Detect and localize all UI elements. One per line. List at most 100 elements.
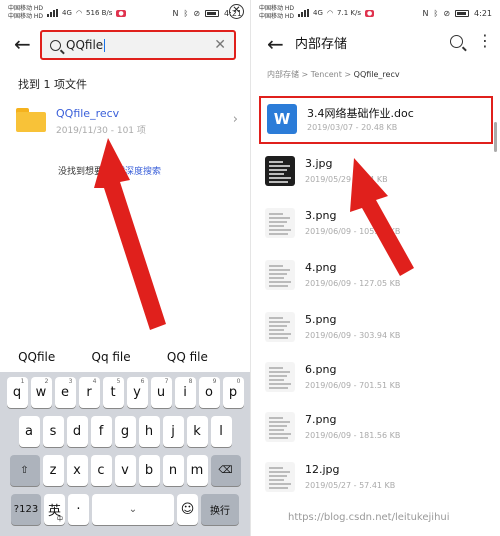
key-x[interactable]: x [66,455,88,486]
bluetooth-icon: ᛒ [183,8,189,18]
file-row[interactable]: 3.jpg 2019/05/29 - 124 KB [251,148,500,196]
image-thumbnail [265,412,295,442]
net-speed: 516 B/s [86,9,113,17]
close-suggestions-icon[interactable]: ✕ [229,4,244,19]
key-z[interactable]: z [42,455,64,486]
status-time: 4:21 [474,8,492,18]
battery-icon [205,9,220,17]
chevron-right-icon: › [232,112,238,127]
breadcrumb-item[interactable]: Tencent [311,70,342,79]
emoji-key[interactable]: ☺ [177,494,198,525]
key-c[interactable]: c [90,455,112,486]
suggestion-item[interactable]: QQfile [18,350,55,364]
key-l[interactable]: l [210,416,232,447]
hint-text: 没找到想要 [58,167,104,177]
key-i[interactable]: 8i [174,377,196,408]
file-name: 3.jpg [305,157,333,170]
key-s[interactable]: s [42,416,64,447]
key-e[interactable]: 3e [54,377,76,408]
key-b[interactable]: b [138,455,160,486]
key-q[interactable]: 1q [6,377,28,408]
key-r[interactable]: 4r [78,377,100,408]
key-p[interactable]: 0p [222,377,244,408]
key-f[interactable]: f [90,416,112,447]
key-h[interactable]: h [138,416,160,447]
key-g[interactable]: g [114,416,136,447]
file-meta: 2019/05/29 - 124 KB [305,175,388,184]
network-type: 4G [313,9,323,17]
record-badge: ● [365,9,375,17]
file-row[interactable]: 5.png 2019/06/09 - 303.94 KB [251,304,500,352]
breadcrumb-item[interactable]: 内部存储 [267,70,299,79]
file-meta: 2019/06/09 - 181.56 KB [305,431,401,440]
file-row[interactable]: 3.png 2019/06/09 - 105.32 KB [251,200,500,248]
file-row[interactable]: W 3.4网络基础作业.doc 2019/03/07 - 20.48 KB [259,96,493,144]
symbols-key[interactable]: ?123 [11,494,41,525]
signal-icon [47,9,59,17]
network-type: 4G [62,9,72,17]
deep-search-link[interactable]: 试试深度搜索 [107,167,161,177]
key-j[interactable]: j [162,416,184,447]
file-name: 7.png [305,413,337,426]
back-arrow-icon[interactable]: ← [14,34,31,54]
watermark: https://blog.csdn.net/leitukejihui [288,512,450,523]
shift-key[interactable]: ⇧ [9,455,40,486]
scrollbar[interactable] [494,122,497,152]
key-d[interactable]: d [66,416,88,447]
file-meta: 2019/06/09 - 127.05 KB [305,279,401,288]
suggestion-item[interactable]: Qq file [92,350,131,364]
page-title: 内部存储 [295,37,348,52]
key-v[interactable]: v [114,455,136,486]
more-menu-icon[interactable]: ⋮ [477,33,493,49]
key-y[interactable]: 6y [126,377,148,408]
file-name: 12.jpg [305,463,340,476]
language-key[interactable]: 英中 [44,494,65,525]
search-header: ← QQfile ✕ [0,28,250,64]
key-a[interactable]: a [18,416,40,447]
keyboard: 1q2w3e4r5t6y7u8i9o0p asdfghjkl ⇧ zxcvbnm… [0,372,250,536]
folder-icon [16,108,46,132]
search-screen: 中国移动 HD 中国移动 HD 4G ◠ 516 B/s ● N ᛒ ⊘ 4:2… [0,0,250,536]
suggestion-item[interactable]: QQ file [167,350,208,364]
key-n[interactable]: n [162,455,184,486]
image-thumbnail [265,156,295,186]
search-result-folder[interactable]: QQfile_recv 2019/11/30 - 101 项 › [16,104,242,140]
file-name: 3.png [305,209,337,222]
status-bar: 中国移动 HD 中国移动 HD 4G ◠ 516 B/s ● N ᛒ ⊘ 4:2… [0,0,250,26]
carrier-1: 中国移动 HD [259,5,295,12]
file-meta: 2019/03/07 - 20.48 KB [307,123,398,132]
file-meta: 2019/06/09 - 303.94 KB [305,331,401,340]
search-input[interactable]: QQfile ✕ [40,30,236,60]
file-row[interactable]: 6.png 2019/06/09 - 701.51 KB [251,354,500,402]
breadcrumb-current: QQfile_recv [353,70,400,79]
key-w[interactable]: 2w [30,377,52,408]
status-bar: 中国移动 HD 中国移动 HD 4G ◠ 7.1 K/s ● N ᛒ ⊘ 4:2… [251,0,500,26]
text-cursor [104,39,106,52]
backspace-key[interactable]: ⌫ [210,455,241,486]
key-m[interactable]: m [186,455,208,486]
file-row[interactable]: 12.jpg 2019/05/27 - 57.41 KB [251,454,500,502]
result-name: QQfile_recv [56,107,120,120]
space-key[interactable]: ⌄ [92,494,174,525]
back-arrow-icon[interactable]: ← [267,34,284,54]
enter-key[interactable]: 换行 [201,494,239,525]
clear-icon[interactable]: ✕ [214,37,226,53]
carrier-labels: 中国移动 HD 中国移动 HD [8,5,43,21]
image-thumbnail [265,312,295,342]
nfc-icon: N [172,8,179,18]
key-o[interactable]: 9o [198,377,220,408]
image-thumbnail [265,462,295,492]
storage-screen: 中国移动 HD 中国移动 HD 4G ◠ 7.1 K/s ● N ᛒ ⊘ 4:2… [250,0,500,536]
bluetooth-icon: ᛒ [433,8,439,18]
file-meta: 2019/06/09 - 701.51 KB [305,381,401,390]
key-t[interactable]: 5t [102,377,124,408]
search-icon[interactable] [450,34,463,48]
key-u[interactable]: 7u [150,377,172,408]
file-name: 3.4网络基础作业.doc [307,107,414,120]
period-key[interactable]: · [68,494,89,525]
file-row[interactable]: 4.png 2019/06/09 - 127.05 KB [251,252,500,300]
file-row[interactable]: 7.png 2019/06/09 - 181.56 KB [251,404,500,452]
wifi-icon: ◠ [326,9,334,17]
key-k[interactable]: k [186,416,208,447]
search-icon [50,39,61,51]
